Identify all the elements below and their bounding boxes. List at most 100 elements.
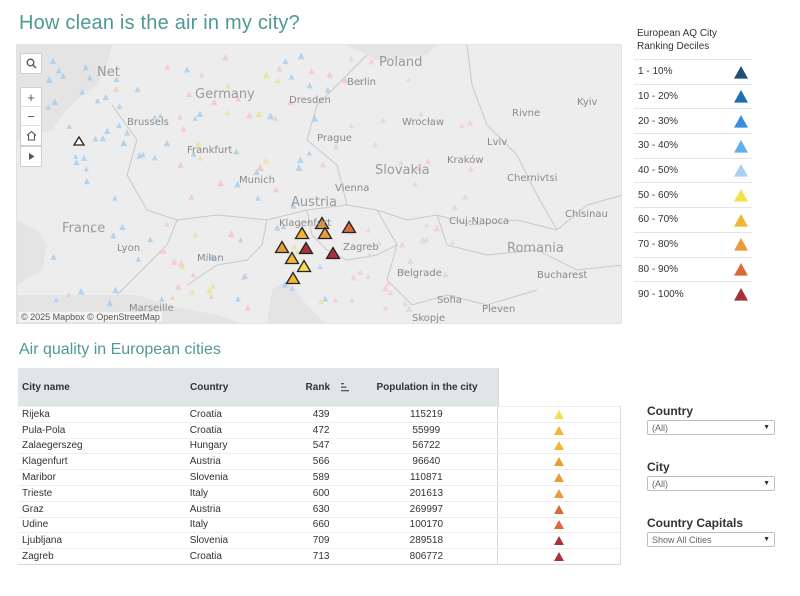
legend-item[interactable]: 70 - 80% (634, 231, 752, 257)
cell-rank: 660 (312, 519, 330, 531)
map-attribution[interactable]: © 2025 Mapbox © OpenStreetMap (19, 312, 162, 322)
cell-spacer (335, 486, 355, 501)
legend-item-label: 80 - 90% (638, 263, 679, 275)
header-rank[interactable]: Rank (276, 368, 336, 406)
table-row[interactable]: Zagreb Croatia 713 806772 (18, 548, 620, 564)
table-row[interactable]: Zalaegerszeg Hungary 547 56722 (18, 437, 620, 454)
cell-population: 110871 (410, 472, 443, 484)
legend-item[interactable]: 90 - 100% (634, 281, 752, 306)
map-label: Romania (507, 241, 564, 256)
play-icon[interactable] (21, 147, 41, 166)
legend-item[interactable]: 80 - 90% (634, 256, 752, 282)
legend-item-label: 50 - 60% (638, 189, 679, 201)
chevron-down-icon[interactable]: ▼ (763, 480, 770, 487)
header-population[interactable]: Population in the city (356, 368, 498, 406)
legend-item-label: 40 - 50% (638, 165, 679, 177)
table-row[interactable]: Klagenfurt Austria 566 96640 (18, 453, 620, 470)
header-country[interactable]: Country (186, 368, 276, 406)
legend-item[interactable]: 20 - 30% (634, 108, 752, 133)
legend-item[interactable]: 50 - 60% (634, 182, 752, 207)
legend-item[interactable]: 1 - 10% (634, 59, 752, 84)
search-icon[interactable] (21, 54, 41, 73)
map-label: Klagenfurt (279, 218, 332, 229)
legend-item-label: 90 - 100% (638, 288, 684, 300)
table-row[interactable]: Graz Austria 630 269997 (18, 500, 620, 517)
decile-marker-icon (497, 422, 620, 438)
city-dropdown-value: (All) (652, 478, 668, 489)
legend-item-label: 10 - 20% (638, 91, 679, 103)
cell-country: Croatia (189, 424, 222, 436)
cell-rank: 589 (312, 472, 330, 484)
map-label: Frankfurt (187, 145, 233, 156)
capitals-filter-label: Country Capitals (647, 516, 744, 530)
table-row[interactable]: Pula-Pola Croatia 472 55999 (18, 421, 620, 438)
decile-marker-icon (497, 549, 620, 564)
legend-item[interactable]: 60 - 70% (634, 207, 752, 232)
table-row[interactable]: Trieste Italy 600 201613 (18, 484, 620, 501)
country-filter-label: Country (647, 404, 693, 418)
map-label: Wrocław (402, 117, 445, 128)
chevron-down-icon[interactable]: ▼ (763, 536, 770, 543)
cell-country: Slovenia (189, 472, 229, 484)
map-label: Skopje (412, 313, 446, 324)
map-label: Cluj-Napoca (449, 216, 510, 227)
legend-title: European AQ City Ranking Deciles (637, 28, 718, 52)
cell-population: 201613 (409, 487, 444, 499)
cell-country: Croatia (189, 551, 222, 563)
home-icon[interactable] (21, 126, 41, 145)
city-map[interactable]: Net Germany Poland France Austria Slovak… (16, 44, 622, 324)
cell-spacer (335, 470, 355, 485)
map-label: Austria (291, 195, 337, 210)
capitals-dropdown[interactable]: Show All Cities ▼ (647, 532, 775, 547)
cell-population: 55999 (412, 424, 441, 436)
map-label: Milan (197, 253, 224, 264)
country-dropdown[interactable]: (All) ▼ (647, 420, 775, 435)
triangle-icon (730, 114, 752, 129)
city-filter-label: City (647, 460, 670, 474)
decile-marker-icon (497, 407, 620, 422)
legend-item[interactable]: 30 - 40% (634, 133, 752, 158)
city-dropdown[interactable]: (All) ▼ (647, 476, 775, 491)
table-header: City name Country Rank Population in the… (18, 368, 621, 406)
map-label: Poland (379, 55, 423, 70)
cell-rank: 439 (312, 408, 330, 420)
table-row[interactable]: Ljubljana Slovenia 709 289518 (18, 532, 620, 549)
map-label: Vienna (335, 183, 370, 194)
country-dropdown-value: (All) (652, 422, 668, 433)
legend-item[interactable]: 40 - 50% (634, 157, 752, 183)
sort-icon[interactable] (336, 368, 356, 406)
table-row[interactable]: Maribor Slovenia 589 110871 (18, 469, 620, 485)
table-row[interactable]: Rijeka Croatia 439 115219 (18, 406, 620, 422)
cell-population: 56722 (412, 440, 441, 452)
cell-rank: 472 (312, 424, 330, 436)
chevron-down-icon[interactable]: ▼ (763, 424, 770, 431)
triangle-icon (730, 213, 752, 228)
map-label: France (62, 221, 106, 236)
map-label: Rivne (512, 108, 541, 119)
zoom-out-icon[interactable]: − (21, 107, 41, 126)
cell-rank: 713 (312, 551, 330, 563)
triangle-icon (730, 237, 752, 252)
header-city-name[interactable]: City name (18, 368, 186, 406)
map-search-control[interactable] (20, 53, 42, 74)
cell-country: Slovenia (189, 535, 229, 547)
cell-city-name: Rijeka (22, 408, 50, 420)
country-filter: Country (All) ▼ (647, 404, 775, 435)
cell-country: Austria (189, 503, 221, 515)
map-zoom-controls[interactable]: + − (20, 87, 42, 146)
cell-spacer (335, 407, 355, 422)
map-label: Lviv (487, 137, 508, 148)
map-label: Chernivtsi (507, 173, 558, 184)
map-label: Pleven (482, 304, 516, 315)
map-play-control[interactable] (20, 146, 42, 167)
legend-item[interactable]: 10 - 20% (634, 83, 752, 109)
table-row[interactable]: Udine Italy 660 100170 (18, 516, 620, 533)
decile-legend: European AQ City Ranking Deciles 1 - 10%… (634, 27, 752, 306)
decile-marker-icon (497, 501, 620, 517)
cell-spacer (335, 518, 355, 533)
capitals-dropdown-value: Show All Cities (652, 534, 712, 545)
zoom-in-icon[interactable]: + (21, 88, 41, 107)
map-label: Zagreb (343, 242, 379, 253)
triangle-icon (730, 89, 752, 104)
triangle-icon (730, 163, 752, 178)
